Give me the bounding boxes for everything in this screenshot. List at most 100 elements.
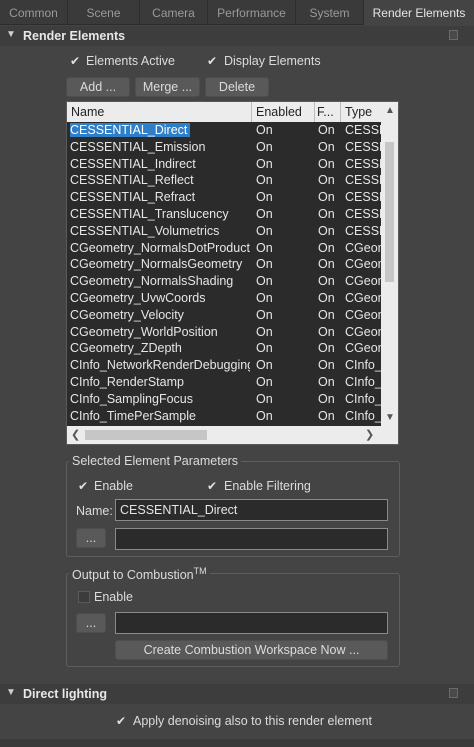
horizontal-scroll-thumb[interactable] [85, 430, 207, 440]
combustion-path-field[interactable] [115, 612, 388, 634]
combustion-enable-label: Enable [94, 590, 133, 604]
render-elements-rollout-header[interactable]: ▼ Render Elements [0, 26, 474, 46]
row-type: CESSEI [345, 190, 381, 205]
row-type: CGeom [345, 324, 381, 339]
list-row[interactable]: CGeometry_NormalsDotProduct On On CGeom [67, 240, 383, 257]
delete-button[interactable]: Delete [205, 77, 269, 97]
combustion-browse-button[interactable]: ... [76, 613, 106, 633]
tab-system[interactable]: System [296, 0, 364, 25]
row-type: CGeom [345, 240, 381, 255]
list-row[interactable]: CInfo_NetworkRenderDebugging On On CInfo_ [67, 357, 383, 374]
row-name: CGeometry_WorldPosition [70, 324, 218, 339]
row-enabled: On [256, 274, 273, 289]
row-name: CGeometry_NormalsDotProduct [70, 240, 250, 255]
row-type: CESSEI [345, 156, 381, 171]
row-name: CInfo_SamplingFocus [70, 391, 193, 406]
row-enabled: On [256, 173, 273, 188]
row-name: CGeometry_NormalsShading [70, 274, 234, 289]
list-row[interactable]: CGeometry_NormalsShading On On CGeom [67, 273, 383, 290]
row-filter: On [318, 139, 335, 154]
tab-scene[interactable]: Scene [68, 0, 140, 25]
browse-button[interactable]: ... [76, 528, 106, 548]
list-row[interactable]: CESSENTIAL_Emission On On CESSEI [67, 139, 383, 156]
column-enabled[interactable]: Enabled [256, 105, 302, 119]
elements-active-label: Elements Active [86, 54, 175, 68]
row-type: CESSEI [345, 223, 381, 238]
list-row[interactable]: CESSENTIAL_Volumetrics On On CESSEI [67, 223, 383, 240]
row-enabled: On [256, 375, 273, 389]
list-row[interactable]: CGeometry_UvwCoords On On CGeom [67, 290, 383, 307]
row-enabled: On [256, 324, 273, 339]
row-filter: On [318, 358, 335, 373]
display-elements-checkbox[interactable]: ✔ [207, 55, 219, 67]
apply-denoising-checkbox[interactable]: ✔ [116, 715, 128, 727]
list-row[interactable]: CESSENTIAL_Refract On On CESSEI [67, 189, 383, 206]
row-enabled: On [256, 139, 273, 154]
row-enabled: On [256, 223, 273, 238]
list-row[interactable]: CESSENTIAL_Indirect On On CESSEI [67, 156, 383, 173]
row-enabled: On [256, 190, 273, 205]
tab-camera[interactable]: Camera [140, 0, 208, 25]
column-f[interactable]: F... [317, 105, 334, 119]
path-field[interactable] [115, 528, 388, 550]
scroll-right-icon[interactable]: ❯ [365, 428, 374, 441]
list-row[interactable]: CESSENTIAL_Direct On On CESSEI [67, 122, 383, 139]
direct-lighting-title: Direct lighting [23, 687, 108, 701]
row-type: CESSEI [345, 123, 381, 137]
tab-common[interactable]: Common [0, 0, 68, 25]
list-row[interactable]: CInfo_RenderStamp On On CInfo_ [67, 374, 383, 391]
list-rows: CESSENTIAL_DirectOnOnCESSEICESSENTIAL_Em… [67, 122, 383, 426]
add-button[interactable]: Add ... [66, 77, 130, 97]
row-enabled: On [256, 240, 273, 255]
render-elements-title: Render Elements [23, 29, 126, 43]
tab-performance[interactable]: Performance [208, 0, 296, 25]
list-row[interactable]: CGeometry_ZDepth On On CGeom [67, 340, 383, 357]
create-combustion-workspace-button[interactable]: Create Combustion Workspace Now ... [115, 640, 388, 660]
row-filter: On [318, 324, 335, 339]
vertical-scroll-thumb[interactable] [385, 142, 394, 282]
row-name: CGeometry_ZDepth [70, 341, 182, 356]
scroll-up-icon[interactable]: ▲ [385, 105, 395, 116]
column-name[interactable]: Name [71, 105, 104, 119]
row-filter: On [318, 207, 335, 221]
direct-lighting-rollout-header[interactable]: ▼ Direct lighting [0, 684, 474, 704]
list-row[interactable]: CInfo_SamplingFocus On On CInfo_ [67, 391, 383, 408]
panel-bottom-edge [0, 739, 474, 747]
list-row[interactable]: CInfo_TimePerSample On On CInfo_ [67, 408, 383, 425]
row-enabled: On [256, 123, 273, 137]
render-elements-list[interactable]: Name Enabled F... Type CESSENTIAL_Direct… [66, 101, 399, 445]
list-row[interactable]: CGeometry_Velocity On On CGeom [67, 307, 383, 324]
list-row[interactable]: CGeometry_NormalsGeometry On On CGeom [67, 256, 383, 273]
row-filter: On [318, 223, 335, 238]
row-name: CESSENTIAL_Refract [70, 190, 196, 205]
row-type: CInfo_ [345, 358, 381, 373]
enable-checkbox[interactable]: ✔ [78, 480, 90, 492]
row-filter: On [318, 291, 335, 305]
horizontal-scrollbar[interactable]: ❮ ❯ [67, 426, 398, 444]
rollout-pin-icon[interactable] [449, 30, 458, 40]
rollout-pin-icon[interactable] [449, 688, 458, 698]
row-type: CESSEI [345, 207, 381, 221]
enable-filtering-checkbox[interactable]: ✔ [207, 480, 219, 492]
list-row[interactable]: CGeometry_WorldPosition On On CGeom [67, 324, 383, 341]
row-type: CGeom [345, 341, 381, 356]
list-row[interactable]: CESSENTIAL_Translucency On On CESSEI [67, 206, 383, 223]
row-filter: On [318, 408, 335, 423]
combustion-enable-checkbox[interactable] [78, 591, 90, 603]
name-field[interactable]: CESSENTIAL_Direct [115, 499, 388, 521]
collapse-arrow-icon: ▼ [6, 687, 16, 698]
vertical-scrollbar[interactable]: ▲ ▼ [381, 102, 398, 428]
scroll-down-icon[interactable]: ▼ [385, 412, 395, 423]
elements-active-checkbox[interactable]: ✔ [70, 55, 82, 67]
row-type: CGeom [345, 291, 381, 305]
row-enabled: On [256, 156, 273, 171]
row-type: CGeom [345, 307, 381, 322]
scroll-left-icon[interactable]: ❮ [71, 428, 80, 441]
list-row[interactable]: CESSENTIAL_Reflect On On CESSEI [67, 172, 383, 189]
row-name: CESSENTIAL_Translucency [70, 207, 229, 221]
merge-button[interactable]: Merge ... [135, 77, 200, 97]
tab-render-elements[interactable]: Render Elements [364, 0, 474, 26]
display-elements-label: Display Elements [224, 54, 321, 68]
row-enabled: On [256, 307, 273, 322]
column-type[interactable]: Type [345, 105, 372, 119]
